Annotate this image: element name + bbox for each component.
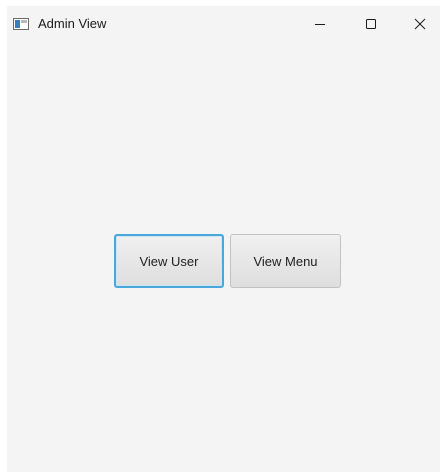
window-title: Admin View [38, 16, 107, 31]
minimize-icon [315, 24, 325, 25]
title-bar[interactable]: Admin View [7, 6, 440, 42]
maximize-icon [366, 19, 376, 29]
main-content: View User View Menu [7, 42, 440, 472]
view-user-button[interactable]: View User [114, 234, 224, 288]
close-button[interactable] [397, 6, 440, 42]
view-menu-button[interactable]: View Menu [230, 234, 341, 288]
app-window: Admin View View User View Menu [7, 6, 440, 472]
close-icon [414, 18, 426, 30]
minimize-button[interactable] [297, 6, 343, 42]
maximize-button[interactable] [348, 6, 394, 42]
app-icon [13, 17, 29, 30]
